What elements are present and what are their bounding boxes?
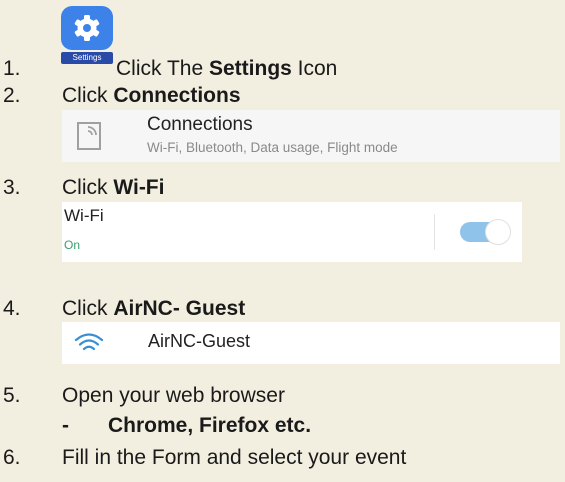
connections-menu-item[interactable]: Connections Wi-Fi, Bluetooth, Data usage… bbox=[62, 110, 560, 162]
step-text-pre: Fill in the Form and select your event bbox=[62, 446, 407, 469]
step-text: Click The Settings Icon bbox=[116, 56, 337, 82]
wifi-icon bbox=[74, 333, 104, 351]
step-text: Open your web browser bbox=[62, 383, 285, 409]
step-number: 2. bbox=[3, 84, 21, 107]
toggle-knob bbox=[485, 219, 511, 245]
step-text-pre: Click bbox=[62, 84, 114, 107]
step-text-bold: AirNC- Guest bbox=[113, 297, 246, 320]
gear-icon bbox=[74, 15, 100, 41]
step-text-post: Icon bbox=[291, 57, 338, 80]
connections-icon bbox=[77, 122, 101, 150]
step-text-pre: Click bbox=[62, 297, 114, 320]
network-list-item[interactable]: AirNC-Guest bbox=[62, 322, 560, 364]
step-text-bold: Wi-Fi bbox=[113, 176, 165, 199]
connections-subtitle: Wi-Fi, Bluetooth, Data usage, Flight mod… bbox=[147, 140, 398, 155]
wifi-title: Wi-Fi bbox=[64, 206, 104, 225]
step-text: Click AirNC- Guest bbox=[62, 296, 245, 322]
wifi-setting-row[interactable]: Wi-Fi On bbox=[62, 202, 522, 262]
settings-tile bbox=[61, 6, 113, 50]
step-text-pre: Click The bbox=[116, 57, 209, 80]
step-text: Click Wi-Fi bbox=[62, 175, 164, 201]
settings-app-icon[interactable]: Settings bbox=[61, 6, 113, 64]
step-number: 5. bbox=[3, 384, 21, 407]
step-number: 3. bbox=[3, 176, 21, 199]
step-number: 6. bbox=[3, 446, 21, 469]
step-text: Click Connections bbox=[62, 83, 241, 109]
step-number: 1. bbox=[3, 57, 21, 80]
wifi-status: On bbox=[64, 238, 81, 252]
step-text-pre: Open your web browser bbox=[62, 384, 285, 407]
step-text-bold: Connections bbox=[113, 84, 241, 107]
network-name: AirNC-Guest bbox=[148, 331, 251, 351]
step-number: 4. bbox=[3, 297, 21, 320]
bullet-dash: - bbox=[62, 414, 69, 437]
divider bbox=[434, 214, 435, 250]
step-text-bold: Settings bbox=[208, 57, 292, 80]
browser-note-text: Chrome, Firefox etc. bbox=[108, 414, 312, 437]
step-text: Fill in the Form and select your event bbox=[62, 445, 406, 471]
connections-title: Connections bbox=[147, 114, 253, 135]
step-text-pre: Click bbox=[62, 176, 114, 199]
wifi-toggle[interactable] bbox=[460, 219, 511, 245]
settings-caption: Settings bbox=[61, 52, 113, 64]
